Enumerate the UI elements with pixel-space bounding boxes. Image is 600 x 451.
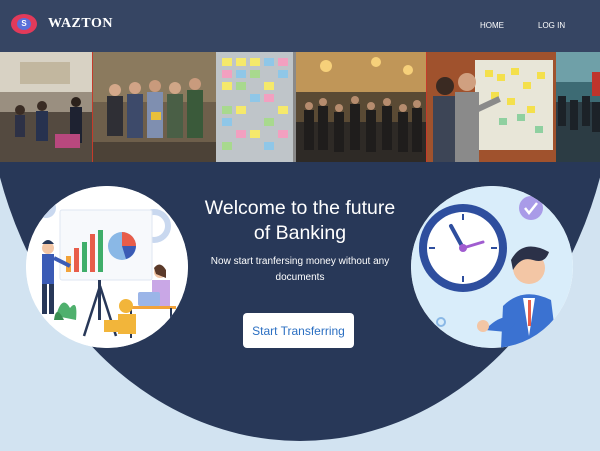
hero-title-line1: Welcome to the future xyxy=(204,197,396,219)
nav-link-home[interactable]: HOME xyxy=(480,21,504,30)
team-group-photo xyxy=(91,52,217,162)
logo-letter: S xyxy=(17,18,31,30)
brand-name[interactable]: WAZTON xyxy=(48,16,113,32)
hero-title: Welcome to the future of Banking xyxy=(190,196,410,246)
hero-subtitle: Now start tranfersing money without any … xyxy=(210,256,390,283)
sticky-notes-photo xyxy=(216,52,297,162)
time-clock-illustration xyxy=(411,186,573,348)
top-navbar: S WAZTON HOME LOG IN xyxy=(0,0,600,53)
audience-photo xyxy=(556,52,600,162)
crowd-hall-photo xyxy=(296,52,426,162)
start-transferring-button[interactable]: Start Transferring xyxy=(243,313,354,348)
photo-strip xyxy=(0,52,600,162)
analytics-presenter-illustration xyxy=(26,186,188,348)
brand-logo-icon[interactable]: S xyxy=(11,14,37,34)
hero-title-line2: of Banking xyxy=(253,222,347,244)
office-lounge-photo xyxy=(0,52,92,162)
nav-link-login[interactable]: LOG IN xyxy=(538,21,565,30)
whiteboard-meeting-photo xyxy=(425,52,557,162)
